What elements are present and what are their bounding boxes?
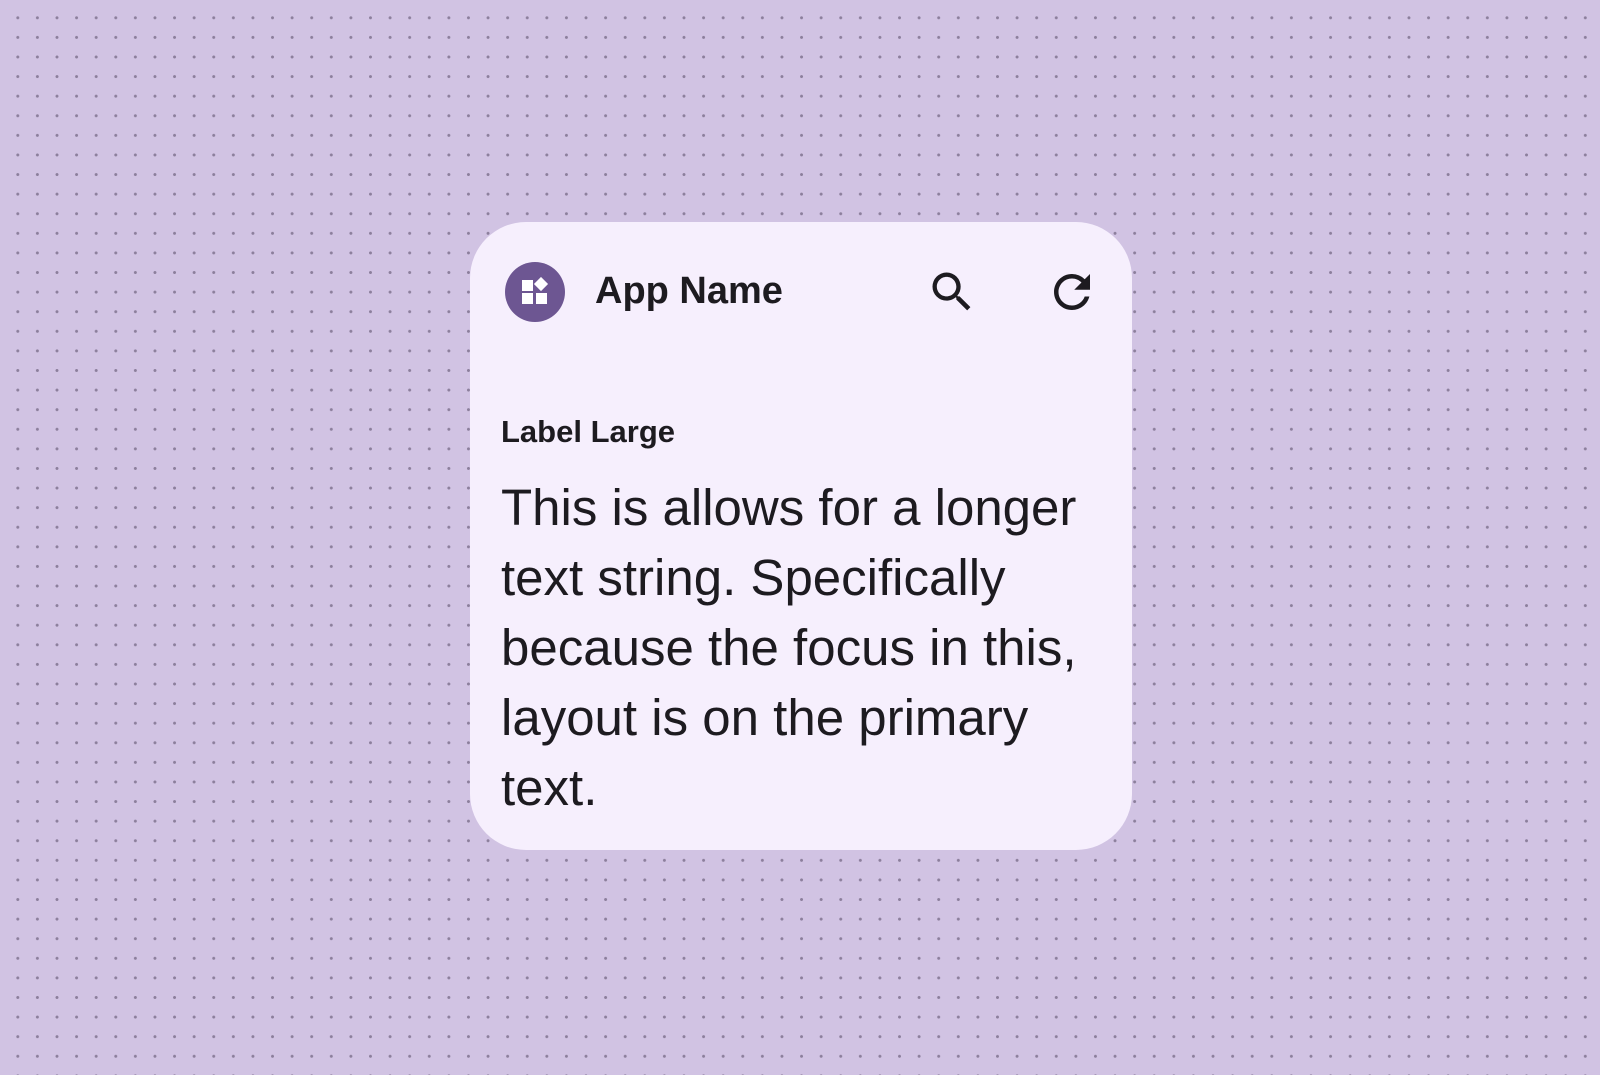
- primary-text: This is allows for a longer text string.…: [501, 479, 1077, 816]
- widgets-icon: [522, 277, 549, 304]
- widget-card[interactable]: App Name Label Large This is allows for …: [470, 222, 1132, 850]
- label-large: Label Large: [501, 414, 675, 449]
- app-name: App Name: [595, 270, 783, 312]
- search-icon: [932, 272, 971, 311]
- search-button[interactable]: [920, 260, 984, 324]
- app-icon[interactable]: [505, 262, 565, 322]
- refresh-button[interactable]: [1040, 260, 1104, 324]
- refresh-icon: [1054, 274, 1090, 310]
